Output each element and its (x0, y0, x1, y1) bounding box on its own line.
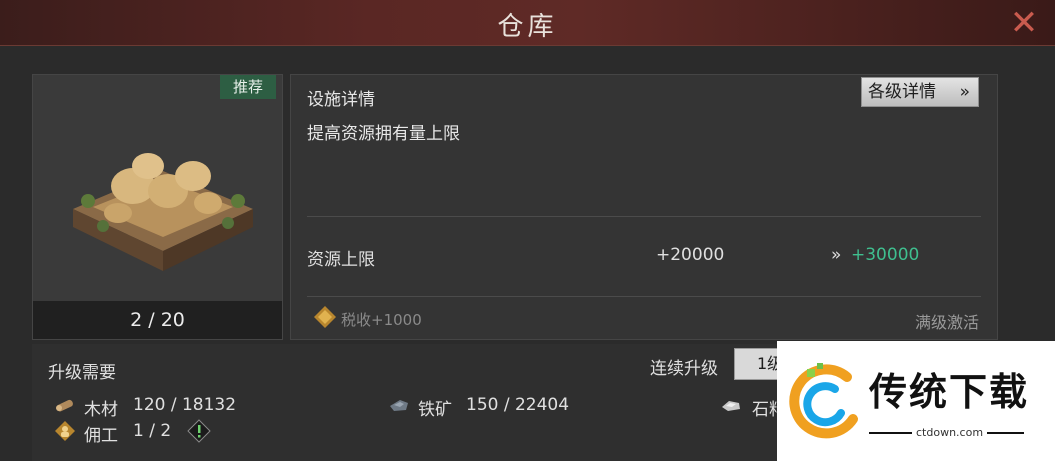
tax-rank-icon (314, 306, 336, 328)
watermark-brand: 传统下载 (869, 370, 1030, 414)
divider (307, 296, 981, 297)
watermark: 传统下载 ctdown.com (777, 341, 1055, 461)
worker-icon (55, 421, 75, 441)
facility-description: 提高资源拥有量上限 (307, 124, 460, 144)
watermark-url: ctdown.com (912, 426, 988, 439)
continuous-upgrade-label: 连续升级 (650, 359, 718, 379)
tax-bonus: 税收+1000 (341, 311, 422, 329)
brand-logo-icon (789, 363, 858, 439)
recommend-badge: 推荐 (220, 75, 276, 99)
building-card: 推荐 2 / 20 (32, 74, 283, 340)
iron-ore-icon (390, 400, 408, 411)
wood-label: 木材 (84, 400, 118, 420)
iron-ore-amount: 150 / 22404 (466, 395, 570, 415)
section-title: 设施详情 (307, 90, 375, 110)
stat-current-value: +20000 (656, 245, 725, 265)
stat-label: 资源上限 (307, 250, 375, 270)
stat-next-value: +30000 (851, 245, 920, 265)
facility-details-panel: 设施详情 各级详情 » 提高资源拥有量上限 资源上限 +20000 » +300… (290, 74, 998, 340)
double-chevron-right-icon: » (959, 82, 970, 102)
worker-amount: 1 / 2 (133, 421, 172, 441)
iron-ore-label: 铁矿 (418, 400, 452, 420)
level-details-button[interactable]: 各级详情 » (861, 77, 979, 107)
divider (307, 216, 981, 217)
max-level-activation: 满级激活 (914, 313, 979, 332)
wood-amount: 120 / 18132 (133, 395, 237, 415)
stone-icon (722, 401, 740, 411)
worker-label: 佣工 (84, 426, 118, 446)
wood-icon (56, 399, 73, 412)
close-icon[interactable]: ✕ (1007, 6, 1041, 40)
warehouse-building-illustration (73, 153, 253, 271)
double-chevron-right-icon: » (831, 245, 842, 265)
level-details-label: 各级详情 (868, 82, 936, 102)
building-level: 2 / 20 (33, 301, 282, 339)
page-title: 仓库 (497, 12, 558, 42)
upgrade-requirements-title: 升级需要 (48, 363, 116, 383)
warning-icon[interactable] (187, 419, 211, 443)
